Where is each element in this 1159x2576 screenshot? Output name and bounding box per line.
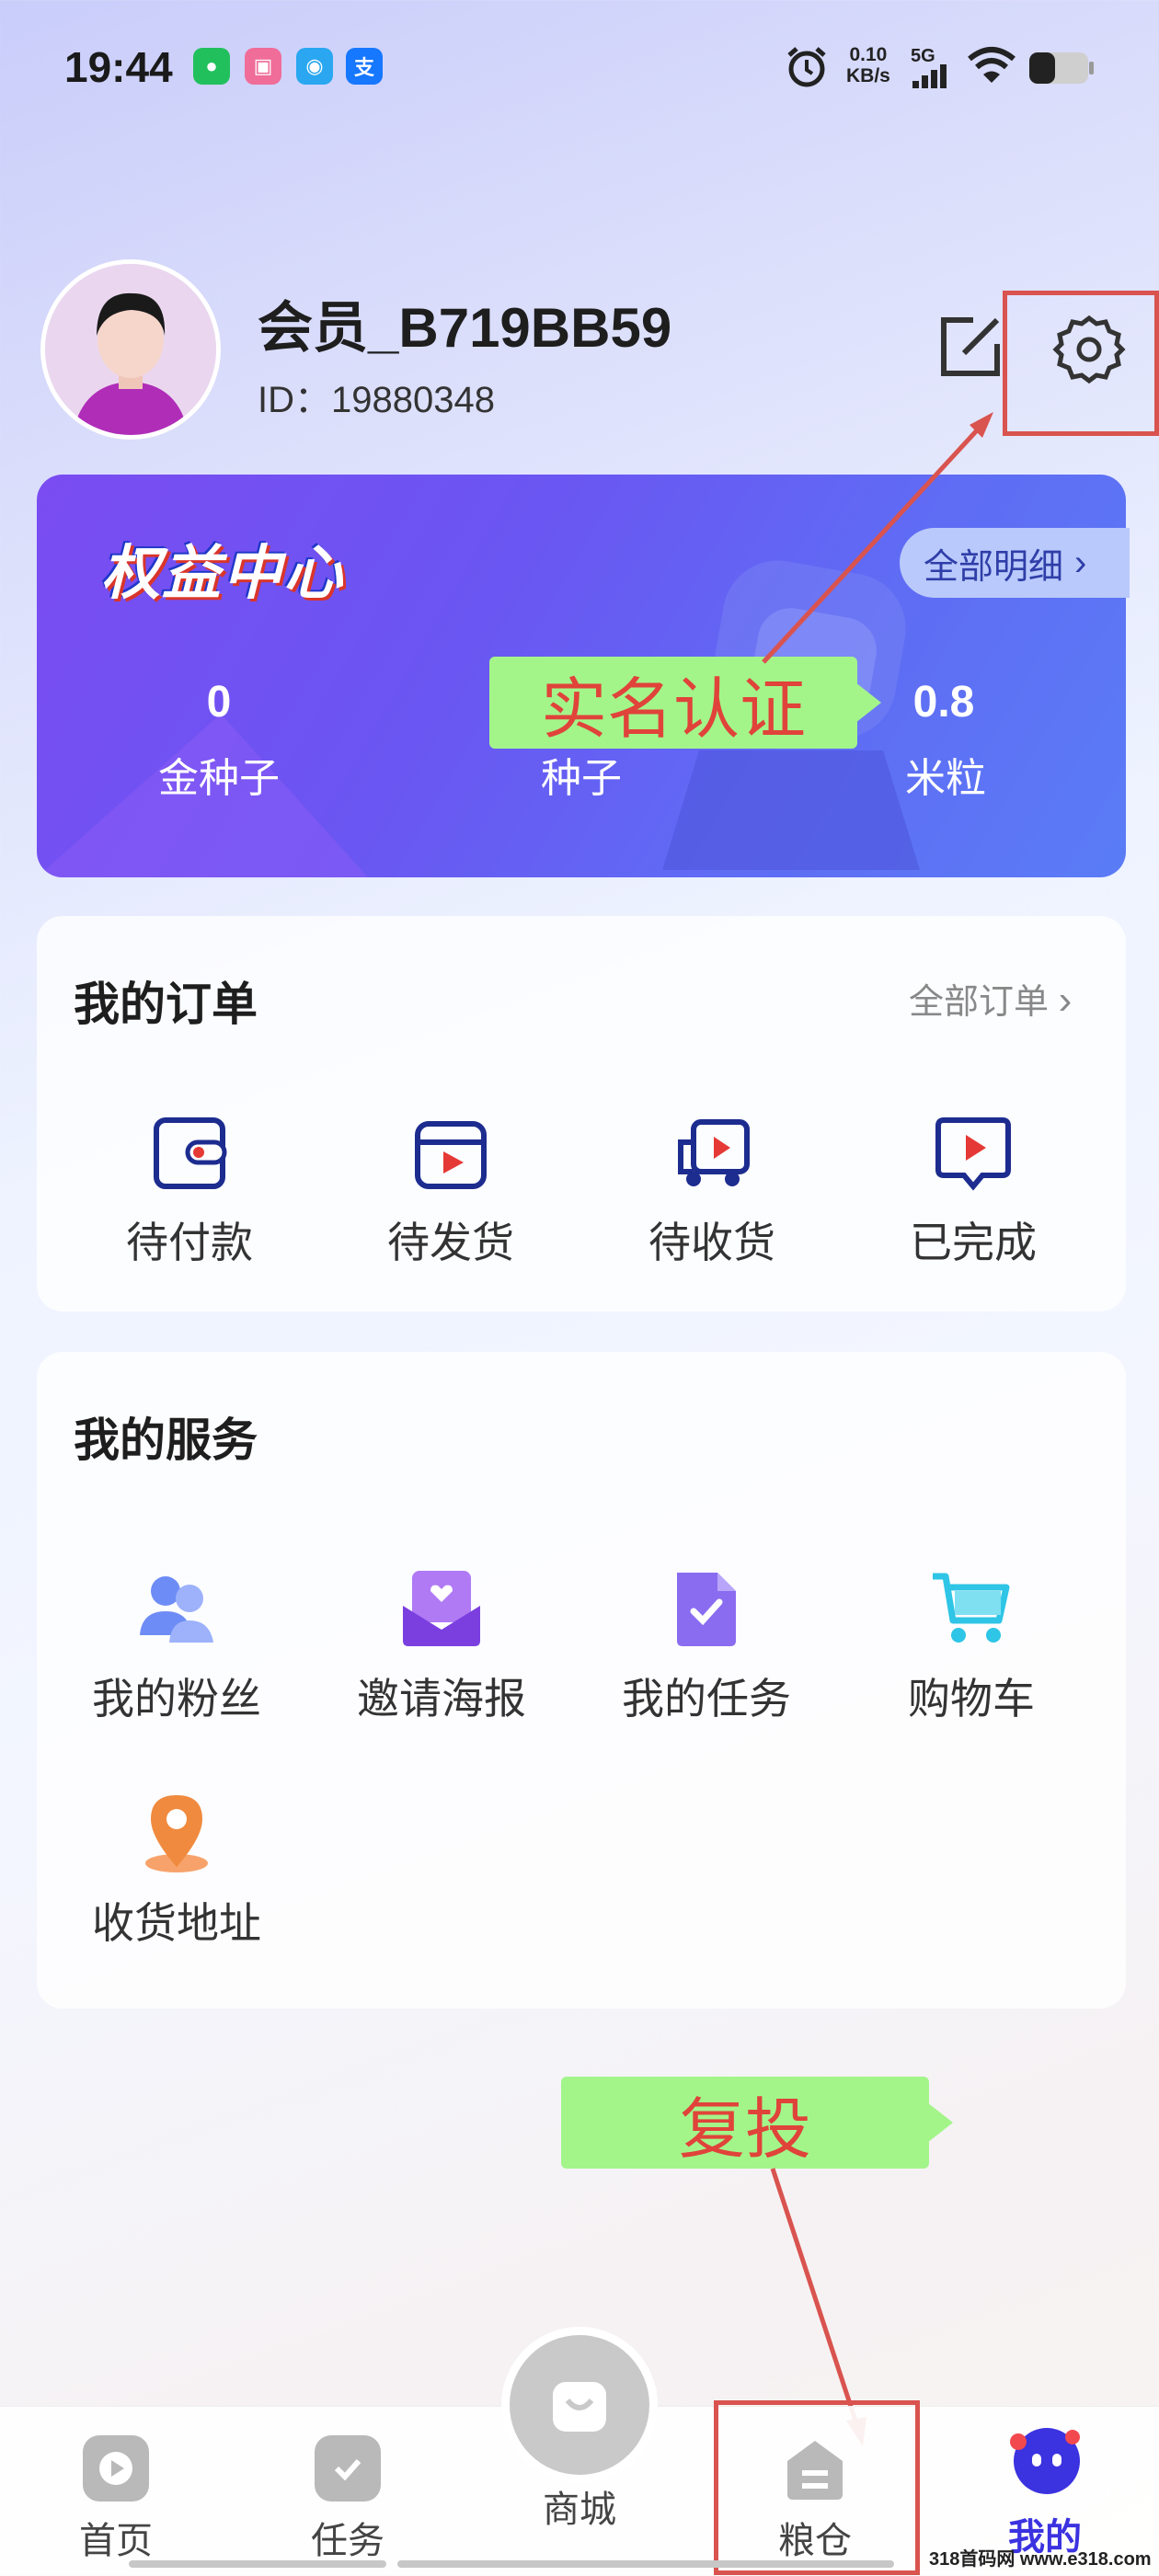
gesture-bar-left bbox=[129, 2560, 386, 2568]
reinvest-callout: 复投 bbox=[561, 2077, 953, 2169]
service-fans-label: 我的粉丝 bbox=[92, 1675, 261, 1723]
box-icon bbox=[415, 1121, 487, 1189]
invite-poster-icon bbox=[403, 1571, 480, 1646]
service-address[interactable]: 收货地址 bbox=[66, 1788, 287, 1951]
service-invite-poster-label: 邀请海报 bbox=[357, 1675, 526, 1723]
service-my-tasks-label: 我的任务 bbox=[622, 1675, 791, 1723]
chevron-right-icon: › bbox=[1058, 978, 1073, 1023]
gold-seeds-label: 金种子 bbox=[158, 756, 280, 801]
signal-icon bbox=[912, 64, 947, 88]
task-check-icon bbox=[315, 2435, 381, 2502]
rice-grains-label: 米粒 bbox=[905, 756, 986, 801]
tab-mall[interactable]: 商城 bbox=[488, 2327, 671, 2533]
seeds-label: 种子 bbox=[541, 756, 622, 801]
tab-mall-label: 商城 bbox=[543, 2490, 616, 2530]
service-my-tasks[interactable]: 我的任务 bbox=[596, 1563, 817, 1726]
orders-title: 我的订单 bbox=[74, 979, 258, 1030]
services-title: 我的服务 bbox=[74, 1414, 258, 1466]
service-invite-poster[interactable]: 邀请海报 bbox=[331, 1563, 552, 1726]
wechat-icon: ● bbox=[193, 48, 230, 85]
net-speed: 0.10 KB/s bbox=[846, 44, 890, 86]
all-orders-label: 全部订单 bbox=[909, 983, 1050, 1022]
benefits-title: 权益中心 bbox=[101, 540, 344, 606]
bilibili-icon: ▣ bbox=[245, 48, 281, 85]
service-cart-label: 购物车 bbox=[908, 1675, 1035, 1723]
user-avatar-icon bbox=[45, 264, 216, 435]
alipay-icon: 支 bbox=[346, 48, 383, 85]
wifi-icon bbox=[968, 47, 1016, 83]
chat-app-icon: ◉ bbox=[296, 48, 333, 85]
tab-home[interactable]: 首页 bbox=[24, 2435, 208, 2564]
tab-home-label: 首页 bbox=[79, 2521, 153, 2561]
all-orders-link[interactable]: 全部订单 › bbox=[909, 973, 1072, 1024]
cart-icon bbox=[933, 1573, 1010, 1643]
fans-icon bbox=[140, 1576, 213, 1643]
order-completed[interactable]: 已完成 bbox=[863, 1115, 1084, 1270]
wallet-icon bbox=[154, 1117, 227, 1189]
avatar[interactable] bbox=[40, 259, 221, 440]
service-address-label: 收货地址 bbox=[92, 1899, 261, 1947]
order-to-ship-label: 待发货 bbox=[387, 1219, 514, 1266]
order-to-ship[interactable]: 待发货 bbox=[340, 1115, 561, 1270]
task-doc-icon bbox=[677, 1573, 736, 1646]
watermark-text: 318首码网 www.e318.com bbox=[929, 2549, 1152, 2570]
arrow-to-settings bbox=[762, 412, 993, 664]
service-fans[interactable]: 我的粉丝 bbox=[66, 1563, 287, 1726]
mascot-icon bbox=[1010, 2428, 1080, 2494]
mall-button-ring bbox=[501, 2327, 658, 2483]
tab-mine[interactable]: 我的 bbox=[953, 2428, 1137, 2560]
order-pending-payment-label: 待付款 bbox=[126, 1219, 253, 1266]
chevron-right-icon: › bbox=[1074, 542, 1087, 583]
order-to-receive[interactable]: 待收货 bbox=[602, 1115, 822, 1270]
granary-highlight-box bbox=[714, 2400, 920, 2575]
gesture-bar bbox=[397, 2560, 894, 2568]
tab-tasks-label: 任务 bbox=[311, 2521, 384, 2561]
service-cart[interactable]: 购物车 bbox=[861, 1563, 1082, 1726]
status-time: 19:44 bbox=[64, 43, 173, 91]
truck-icon bbox=[678, 1119, 750, 1186]
username: 会员_B719BB59 bbox=[258, 297, 672, 359]
alarm-icon bbox=[787, 47, 826, 87]
order-pending-payment[interactable]: 待付款 bbox=[79, 1115, 300, 1270]
battery-icon bbox=[1029, 52, 1094, 84]
order-completed-label: 已完成 bbox=[910, 1219, 1037, 1266]
gold-seeds-value: 0 bbox=[206, 678, 232, 727]
tab-tasks[interactable]: 任务 bbox=[256, 2435, 440, 2564]
location-icon bbox=[145, 1795, 208, 1872]
check-done-icon bbox=[935, 1117, 1011, 1191]
gear-icon[interactable] bbox=[1052, 313, 1126, 386]
user-id: ID：19880348 bbox=[258, 380, 495, 420]
order-to-receive-label: 待收货 bbox=[648, 1219, 775, 1266]
shopping-bag-icon bbox=[510, 2335, 649, 2475]
edit-icon[interactable] bbox=[936, 313, 1004, 381]
play-icon bbox=[83, 2435, 149, 2502]
